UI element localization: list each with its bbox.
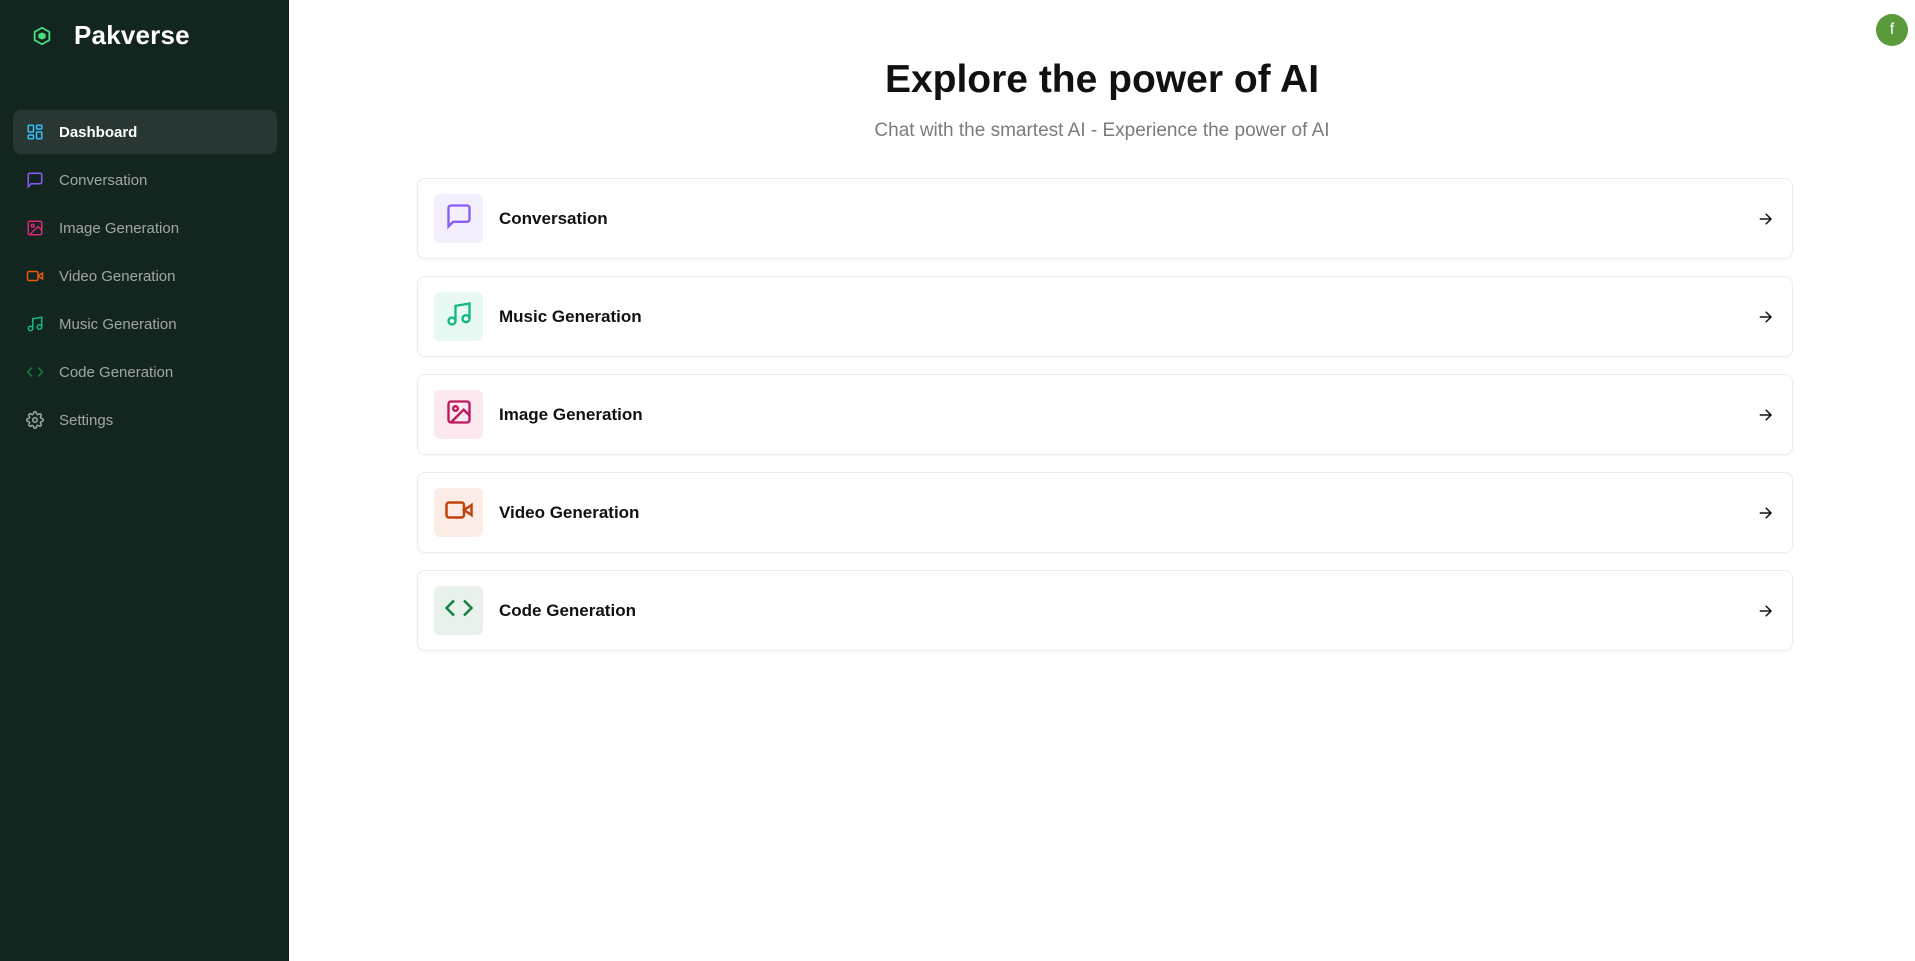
code-icon (444, 593, 474, 628)
arrow-right-icon (1755, 307, 1775, 327)
user-avatar[interactable]: f (1876, 14, 1908, 46)
sidebar-item-video-generation[interactable]: Video Generation (13, 254, 277, 298)
brand[interactable]: Pakverse (30, 20, 190, 51)
arrow-right-icon (1755, 209, 1775, 229)
tool-card-conversation[interactable]: Conversation (417, 178, 1793, 259)
tool-card-label: Video Generation (499, 502, 640, 522)
arrow-right-icon (1755, 503, 1775, 523)
code-icon (25, 362, 45, 382)
dashboard-icon (25, 122, 45, 142)
sidebar-item-conversation[interactable]: Conversation (13, 158, 277, 202)
tool-card-label: Music Generation (499, 306, 642, 326)
page-title: Explore the power of AI (884, 58, 1320, 101)
sidebar-item-label: Video Generation (59, 267, 176, 285)
page-subtitle: Chat with the smartest AI - Experience t… (874, 120, 1330, 141)
arrow-right-icon (1755, 601, 1775, 621)
music-icon (25, 314, 45, 334)
brand-name: Pakverse (74, 20, 190, 50)
tool-card-icon-tile (434, 488, 483, 537)
sidebar-item-label: Settings (59, 411, 114, 429)
sidebar-nav: Dashboard Conversation Image Generation (13, 110, 277, 442)
sidebar-item-code-generation[interactable]: Code Generation (13, 350, 277, 394)
video-icon (444, 495, 474, 530)
tool-card-icon-tile (434, 390, 483, 439)
tool-card-label: Code Generation (499, 600, 636, 620)
tool-card-code-generation[interactable]: Code Generation (417, 570, 1793, 651)
sidebar-item-music-generation[interactable]: Music Generation (13, 302, 277, 346)
logo-icon (30, 24, 54, 48)
sidebar-item-label: Code Generation (59, 363, 174, 381)
sidebar: Pakverse Dashboard Conversation Image Ge… (0, 0, 289, 961)
message-icon (445, 202, 473, 235)
tool-card-icon-tile (434, 586, 483, 635)
tool-card-list: Conversation Music Generation Image Gene… (417, 178, 1793, 651)
image-icon (445, 398, 473, 431)
tool-card-label: Image Generation (499, 404, 643, 424)
tool-card-video-generation[interactable]: Video Generation (417, 472, 1793, 553)
tool-card-image-generation[interactable]: Image Generation (417, 374, 1793, 455)
video-icon (25, 266, 45, 286)
tool-card-music-generation[interactable]: Music Generation (417, 276, 1793, 357)
sidebar-item-image-generation[interactable]: Image Generation (13, 206, 277, 250)
sidebar-item-label: Music Generation (59, 315, 177, 333)
tool-card-icon-tile (434, 194, 483, 243)
arrow-right-icon (1755, 405, 1775, 425)
sidebar-item-label: Dashboard (59, 123, 138, 141)
tool-card-label: Conversation (499, 208, 608, 228)
sidebar-item-label: Image Generation (59, 219, 180, 237)
sidebar-item-dashboard[interactable]: Dashboard (13, 110, 277, 154)
sidebar-item-settings[interactable]: Settings (13, 398, 277, 442)
sidebar-item-label: Conversation (59, 171, 148, 189)
gear-icon (25, 410, 45, 430)
message-icon (25, 170, 45, 190)
music-icon (445, 300, 473, 333)
image-icon (25, 218, 45, 238)
tool-card-icon-tile (434, 292, 483, 341)
